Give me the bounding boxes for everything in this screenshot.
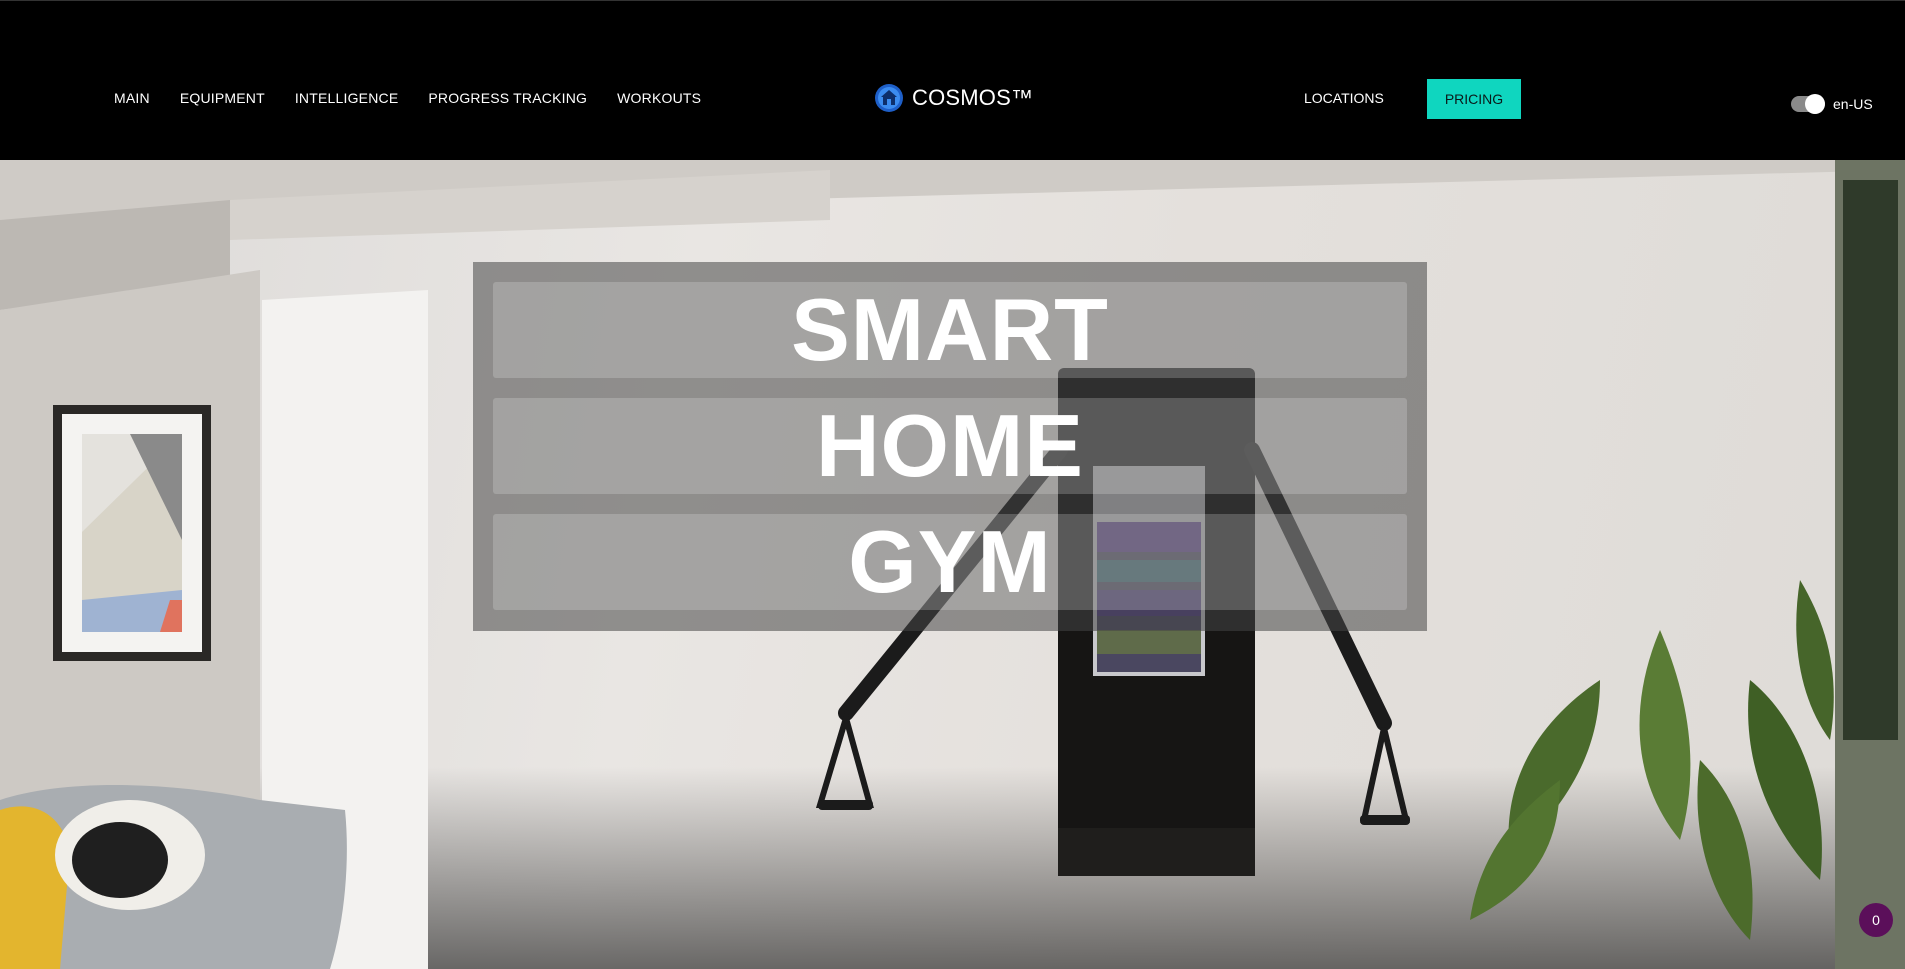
nav-item-main[interactable]: MAIN [114,90,150,106]
cart-count-badge[interactable]: 0 [1859,903,1893,937]
nav-item-locations[interactable]: LOCATIONS [1304,90,1384,106]
pricing-button[interactable]: PRICING [1427,79,1521,119]
hero-section: SMART HOME GYM 0 [0,160,1905,969]
home-icon [875,84,903,112]
nav-item-equipment[interactable]: EQUIPMENT [180,90,265,106]
nav-item-progress-tracking[interactable]: PROGRESS TRACKING [428,90,587,106]
hero-title-row: GYM [493,514,1407,610]
hero-title-line-home: HOME [816,396,1084,495]
hero-title-line-smart: SMART [791,280,1109,379]
site-header: MAIN EQUIPMENT INTELLIGENCE PROGRESS TRA… [0,0,1905,160]
language-toggle[interactable] [1791,94,1825,114]
language-switcher: en-US [1791,94,1873,114]
nav-item-workouts[interactable]: WORKOUTS [617,90,701,106]
hero-title-row: SMART [493,282,1407,378]
toggle-knob [1805,94,1825,114]
main-nav: MAIN EQUIPMENT INTELLIGENCE PROGRESS TRA… [114,90,701,106]
hero-title-panel: SMART HOME GYM [473,262,1427,631]
brand-logo[interactable]: COSMOS™ [874,83,1033,113]
hero-title-line-gym: GYM [848,512,1052,611]
nav-item-intelligence[interactable]: INTELLIGENCE [295,90,399,106]
hero-title-row: HOME [493,398,1407,494]
brand-name: COSMOS™ [912,85,1034,110]
language-label: en-US [1833,96,1873,112]
